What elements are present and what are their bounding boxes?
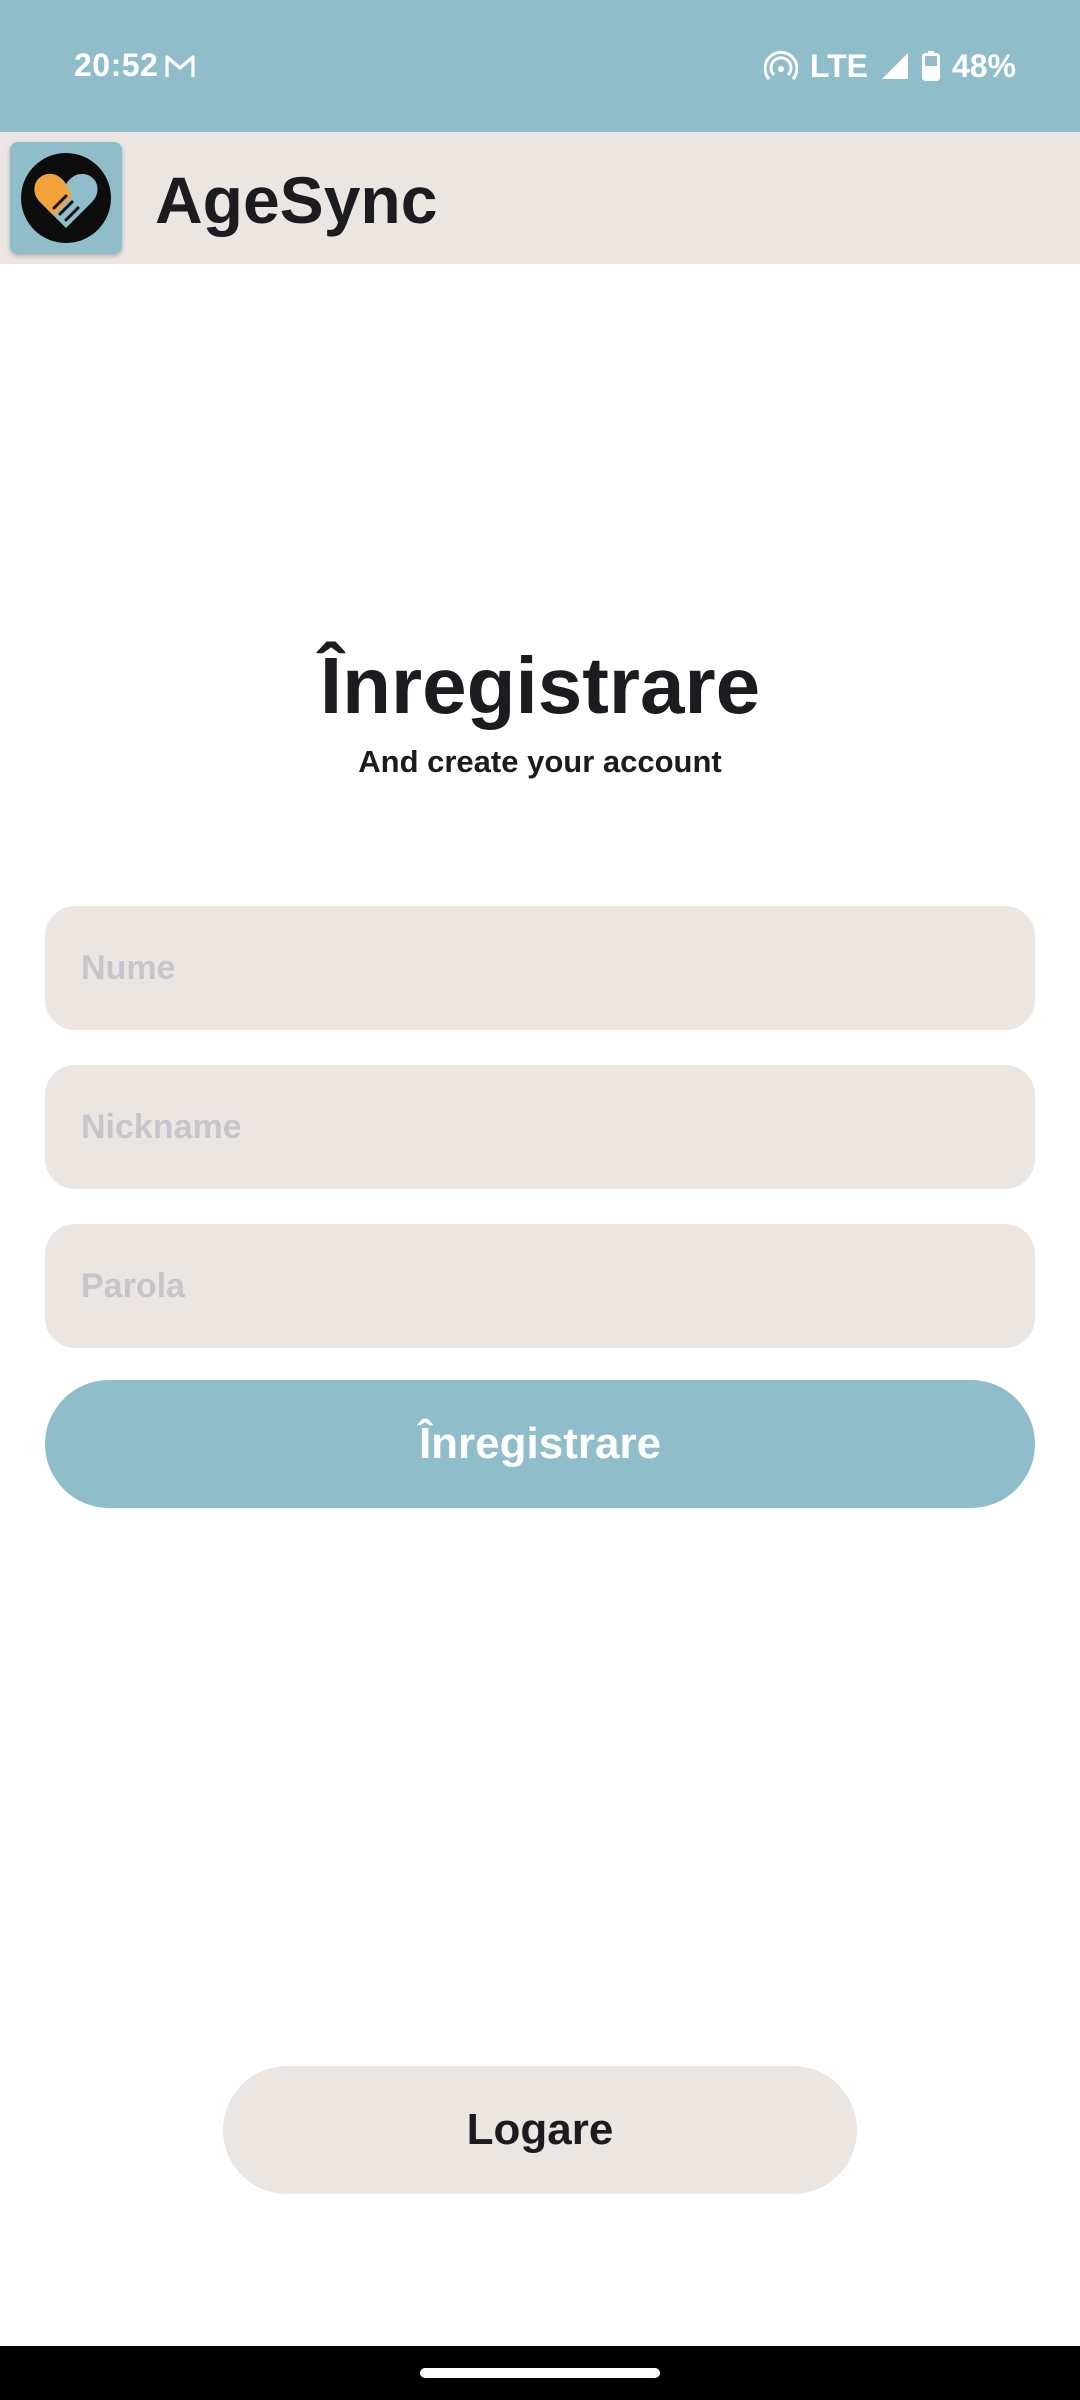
battery-level: 48% bbox=[951, 47, 1016, 84]
navigation-bar bbox=[0, 2346, 1080, 2400]
signal-icon bbox=[881, 53, 908, 79]
nickname-input[interactable] bbox=[45, 1065, 1035, 1189]
password-input[interactable] bbox=[45, 1224, 1035, 1348]
hotspot-icon bbox=[763, 50, 798, 80]
app-logo bbox=[10, 142, 122, 254]
network-type: LTE bbox=[809, 47, 868, 84]
page-subtitle: And create your account bbox=[358, 744, 722, 779]
app-bar: AgeSync bbox=[0, 132, 1080, 264]
home-gesture-handle[interactable] bbox=[420, 2368, 660, 2378]
handshake-heart-icon bbox=[21, 153, 111, 243]
page-title: Înregistrare bbox=[319, 641, 761, 730]
battery-icon bbox=[921, 51, 940, 81]
status-bar: 20:52 LTE 48% bbox=[0, 0, 1080, 132]
login-button[interactable]: Logare bbox=[223, 2066, 857, 2194]
status-time: 20:52 bbox=[74, 47, 159, 83]
name-input[interactable] bbox=[45, 906, 1035, 1030]
app-title: AgeSync bbox=[155, 163, 438, 237]
register-button[interactable]: Înregistrare bbox=[45, 1380, 1035, 1508]
screen: 20:52 LTE 48% AgeSync Înregistrare And c… bbox=[0, 0, 1080, 2400]
status-indicators: LTE 48% bbox=[763, 44, 1016, 88]
gmail-icon bbox=[165, 55, 195, 77]
